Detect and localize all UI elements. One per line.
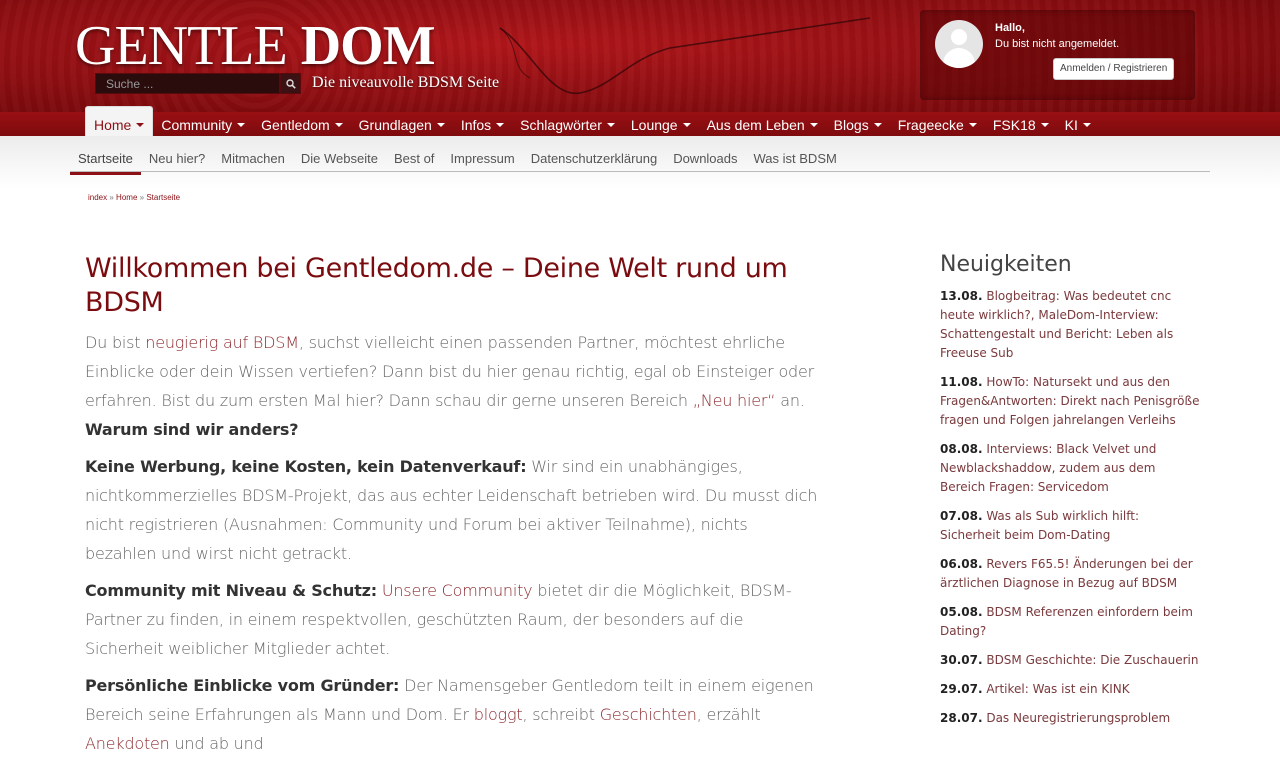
nav-item-schlagwoerter[interactable]: Schlagwörter — [512, 112, 623, 136]
breadcrumb-separator: » — [109, 193, 114, 202]
login-status: Du bist nicht angemeldet. — [995, 38, 1120, 50]
news-item[interactable]: 29.07. Artikel: Was ist ein KINK — [940, 680, 1200, 699]
breadcrumb-separator: » — [139, 193, 145, 202]
link-neu-hier[interactable]: „Neu hier“ — [693, 391, 776, 410]
news-item[interactable]: 28.07. Das Neuregistrierungsproblem — [940, 709, 1200, 728]
link-anekdoten[interactable]: Anekdoten — [85, 734, 170, 753]
site-header: GENTLE DOM Die niveauvolle BDSM Seite Ha… — [0, 0, 1280, 112]
breadcrumb: index » Home » Startseite — [88, 193, 180, 202]
search-input[interactable] — [95, 73, 280, 94]
search-button[interactable] — [280, 73, 301, 94]
caret-down-icon — [496, 123, 505, 128]
caret-down-icon — [873, 123, 882, 128]
main-content: Willkommen bei Gentledom.de – Deine Welt… — [85, 252, 820, 758]
paragraph-keine-werbung: Keine Werbung, keine Kosten, kein Datenv… — [85, 457, 818, 563]
news-list: 13.08. Blogbeitrag: Was bedeutet cnc heu… — [940, 287, 1200, 728]
nav-item-ki[interactable]: KI — [1057, 112, 1099, 136]
link-bloggt[interactable]: bloggt — [474, 705, 523, 724]
user-greeting: Hallo, — [995, 22, 1025, 34]
news-item[interactable]: 30.07. BDSM Geschichte: Die Zuschauerin — [940, 651, 1200, 670]
magnifier-icon — [285, 78, 296, 89]
breadcrumb-home[interactable]: Home — [116, 193, 137, 202]
link-geschichten[interactable]: Geschichten — [600, 705, 697, 724]
nav-item-grundlagen[interactable]: Grundlagen — [351, 112, 453, 136]
logo-text-gentle: GENTLE — [75, 15, 288, 77]
nav-item-lounge[interactable]: Lounge — [623, 112, 699, 136]
paragraph-gruender: Persönliche Einblicke vom Gründer: Der N… — [85, 676, 814, 753]
caret-down-icon — [334, 123, 343, 128]
news-item[interactable]: 11.08. HowTo: Natursekt und aus den Frag… — [940, 373, 1200, 430]
site-logo[interactable]: GENTLE DOM — [75, 14, 436, 77]
subnav-divider — [70, 171, 1210, 172]
login-register-button[interactable]: Anmelden / Registrieren — [1053, 58, 1175, 80]
breadcrumb-current: Startseite — [146, 193, 181, 202]
user-panel: Hallo, Du bist nicht angemeldet. Anmelde… — [920, 10, 1195, 100]
nav-item-frageecke[interactable]: Frageecke — [890, 112, 985, 136]
news-item[interactable]: 05.08. BDSM Referenzen einfordern beim D… — [940, 603, 1200, 641]
sidebar-news: Neuigkeiten 13.08. Blogbeitrag: Was bede… — [940, 252, 1200, 738]
main-navigation: Home Community Gentledom Grundlagen Info… — [0, 106, 1280, 136]
sidebar-title: Neuigkeiten — [940, 252, 1072, 277]
breadcrumb-index[interactable]: index — [88, 193, 107, 202]
news-item[interactable]: 13.08. Blogbeitrag: Was bedeutet cnc heu… — [940, 287, 1200, 363]
nav-item-home[interactable]: Home — [85, 106, 154, 136]
search-form — [95, 73, 301, 94]
caret-down-icon — [968, 123, 977, 128]
caret-down-icon — [682, 123, 691, 128]
link-unsere-community[interactable]: Unsere Community — [382, 581, 533, 600]
caret-down-icon — [1082, 123, 1091, 128]
caret-down-icon — [606, 123, 615, 128]
caret-down-icon — [136, 123, 145, 128]
nav-item-fsk18[interactable]: FSK18 — [985, 112, 1057, 136]
link-neugierig-auf-bdsm[interactable]: neugierig auf BDSM — [145, 333, 299, 352]
nav-item-aus-dem-leben[interactable]: Aus dem Leben — [699, 112, 826, 136]
nav-item-gentledom[interactable]: Gentledom — [253, 112, 350, 136]
page-title: Willkommen bei Gentledom.de – Deine Welt… — [85, 253, 788, 318]
news-item[interactable]: 06.08. Revers F65.5! Änderungen bei der … — [940, 555, 1200, 593]
sub-navigation: Startseite Neu hier? Mitmachen Die Webse… — [0, 136, 1280, 188]
avatar-icon — [935, 20, 983, 68]
nav-item-community[interactable]: Community — [153, 112, 253, 136]
caret-down-icon — [1040, 123, 1049, 128]
paragraph-community: Community mit Niveau & Schutz: Unsere Co… — [85, 581, 792, 658]
nav-item-infos[interactable]: Infos — [453, 112, 512, 136]
news-item[interactable]: 08.08. Interviews: Black Velvet und Newb… — [940, 440, 1200, 497]
intro-paragraph: Du bist neugierig auf BDSM, suchst viell… — [85, 333, 815, 439]
caret-down-icon — [809, 123, 818, 128]
news-item[interactable]: 07.08. Was als Sub wirklich hilft: Siche… — [940, 507, 1200, 545]
caret-down-icon — [436, 123, 445, 128]
whip-decoration-icon — [499, 17, 871, 94]
logo-text-dom: DOM — [300, 15, 436, 77]
site-tagline: Die niveauvolle BDSM Seite — [312, 74, 500, 91]
caret-down-icon — [237, 123, 246, 128]
nav-item-blogs[interactable]: Blogs — [826, 112, 890, 136]
